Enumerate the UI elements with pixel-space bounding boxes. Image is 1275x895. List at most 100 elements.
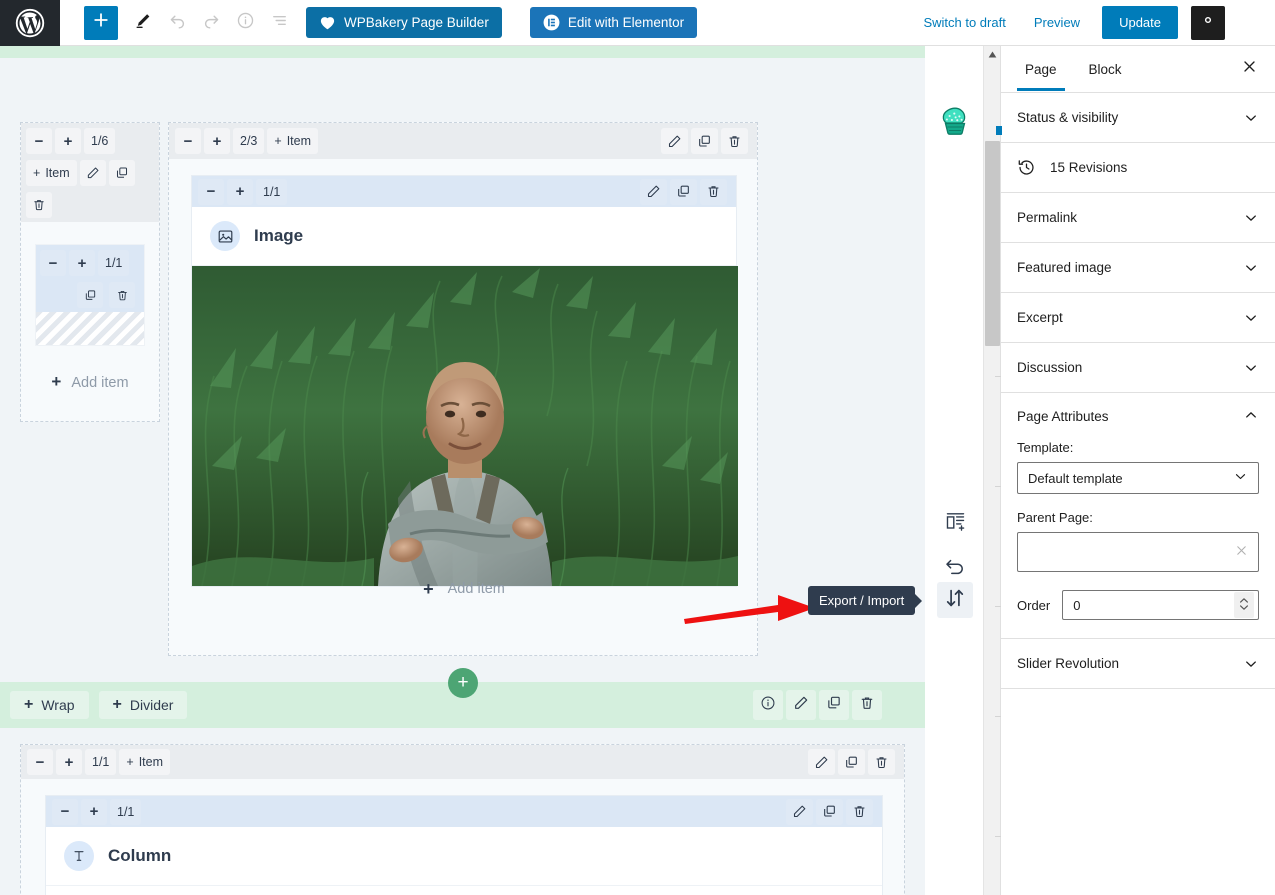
- colmod-duplicate-button[interactable]: [816, 798, 843, 825]
- colmod-increase-button[interactable]: +: [81, 798, 107, 825]
- chevron-down-icon: [1243, 310, 1259, 326]
- close-panel-button[interactable]: [1233, 53, 1265, 85]
- col23-increase-button[interactable]: +: [204, 128, 230, 154]
- switch-to-draft-link[interactable]: Switch to draft: [909, 15, 1019, 30]
- section-duplicate-button[interactable]: [819, 690, 849, 720]
- module-edit-button[interactable]: [640, 178, 667, 205]
- row-add-item-label: Item: [138, 755, 164, 769]
- column-ratio-label: 1/6: [84, 128, 116, 154]
- export-import-button[interactable]: [937, 582, 973, 618]
- module-duplicate-button[interactable]: [670, 178, 697, 205]
- column-delete-button[interactable]: [26, 192, 52, 218]
- history-button[interactable]: [937, 549, 973, 585]
- column-decrease-button[interactable]: −: [26, 128, 52, 154]
- module-decrease-button[interactable]: −: [198, 178, 224, 205]
- colmod-delete-button[interactable]: [846, 798, 873, 825]
- row-increase-button[interactable]: +: [56, 749, 82, 775]
- list-view-button[interactable]: [262, 6, 296, 40]
- wpbakery-page-builder-button[interactable]: WPBakery Page Builder: [306, 7, 502, 38]
- undo-button[interactable]: [160, 6, 194, 40]
- section-delete-button[interactable]: [852, 690, 882, 720]
- update-button[interactable]: Update: [1102, 6, 1178, 39]
- order-input[interactable]: 0: [1062, 590, 1259, 620]
- page-attributes-header[interactable]: Page Attributes: [1017, 407, 1259, 426]
- permalink-label: Permalink: [1017, 210, 1078, 225]
- column-module[interactable]: − + 1/1 Column: [45, 795, 883, 895]
- col23-duplicate-button[interactable]: [691, 128, 718, 154]
- image-module[interactable]: − + 1/1 Image: [191, 175, 738, 587]
- panel-row-discussion[interactable]: Discussion: [1001, 343, 1275, 393]
- col23-decrease-button[interactable]: −: [175, 128, 201, 154]
- colmod-edit-button[interactable]: [786, 798, 813, 825]
- column-two-thirds[interactable]: − + 2/3 + Item − + 1/1 Image + Add item: [168, 122, 758, 656]
- col23-delete-button[interactable]: [721, 128, 748, 154]
- scrollbar-thumb[interactable]: [985, 141, 1000, 346]
- elementor-label: Edit with Elementor: [567, 15, 685, 30]
- list-view-icon: [270, 11, 289, 35]
- edit-tool-button[interactable]: [126, 6, 160, 40]
- panel-row-featured-image[interactable]: Featured image: [1001, 243, 1275, 293]
- image-module-preview[interactable]: [192, 266, 738, 586]
- section-edit-button[interactable]: [786, 690, 816, 720]
- column-add-item-button[interactable]: + Item: [26, 160, 77, 186]
- section-more-button[interactable]: [885, 690, 915, 720]
- document-info-button[interactable]: [228, 6, 262, 40]
- panel-row-slider-revolution[interactable]: Slider Revolution: [1001, 639, 1275, 689]
- add-block-button[interactable]: [84, 5, 118, 40]
- add-divider-button[interactable]: + Divider: [98, 691, 188, 719]
- panel-section-page-attributes: Page Attributes Template: Default templa…: [1001, 393, 1275, 639]
- col23-edit-button[interactable]: [661, 128, 688, 154]
- row-one-one[interactable]: − + 1/1 + Item − + 1/1 Column: [20, 744, 905, 895]
- section-info-button[interactable]: [753, 690, 783, 720]
- nested-delete-button[interactable]: [109, 282, 135, 308]
- insert-section-button[interactable]: +: [448, 668, 478, 698]
- parent-page-input[interactable]: [1017, 532, 1259, 572]
- column-increase-button[interactable]: +: [55, 128, 81, 154]
- chevron-down-icon: [1243, 656, 1259, 672]
- column-edit-button[interactable]: [79, 160, 106, 186]
- nested-duplicate-button[interactable]: [77, 282, 103, 308]
- colmod-decrease-button[interactable]: −: [52, 798, 78, 825]
- add-wrap-button[interactable]: + Wrap: [10, 691, 89, 719]
- cupcake-icon[interactable]: [937, 103, 973, 139]
- row-add-item-button[interactable]: + Item: [119, 749, 171, 775]
- chevron-down-icon: [1243, 210, 1259, 226]
- row-duplicate-button[interactable]: [838, 749, 865, 775]
- column-duplicate-button[interactable]: [108, 160, 135, 186]
- col23-ratio-label: 2/3: [233, 128, 265, 154]
- wordpress-logo-button[interactable]: [0, 0, 60, 46]
- panel-row-permalink[interactable]: Permalink: [1001, 193, 1275, 243]
- column-one-sixth[interactable]: − + 1/6 + Item − + 1/1 + Add item: [20, 122, 160, 422]
- nested-increase-button[interactable]: +: [69, 250, 95, 276]
- row-delete-button[interactable]: [868, 749, 895, 775]
- canvas-scrollbar[interactable]: [983, 46, 1002, 895]
- col23-add-item-button[interactable]: + Item: [267, 128, 319, 154]
- clear-x-icon[interactable]: [1235, 544, 1248, 560]
- edit-with-elementor-button[interactable]: Edit with Elementor: [529, 7, 698, 38]
- module-increase-button[interactable]: +: [227, 178, 253, 205]
- copy-icon: [697, 134, 712, 149]
- redo-button[interactable]: [194, 6, 228, 40]
- scroll-up-arrow-icon[interactable]: [984, 46, 1001, 63]
- tab-block[interactable]: Block: [1073, 48, 1138, 90]
- panel-row-excerpt[interactable]: Excerpt: [1001, 293, 1275, 343]
- parent-page-label: Parent Page:: [1017, 510, 1093, 525]
- panel-row-status-visibility[interactable]: Status & visibility: [1001, 93, 1275, 143]
- row-decrease-button[interactable]: −: [27, 749, 53, 775]
- order-spinner[interactable]: [1234, 592, 1254, 618]
- nested-item-one-one[interactable]: − + 1/1: [35, 244, 145, 346]
- row-edit-button[interactable]: [808, 749, 835, 775]
- tab-page[interactable]: Page: [1009, 48, 1073, 91]
- more-options-button[interactable]: [1229, 6, 1261, 40]
- module-delete-button[interactable]: [700, 178, 727, 205]
- colmod-ratio-label: 1/1: [110, 798, 142, 825]
- pencil-icon: [814, 755, 829, 770]
- settings-button[interactable]: [1191, 5, 1225, 40]
- add-template-button[interactable]: [937, 506, 973, 542]
- panel-row-revisions[interactable]: 15 Revisions: [1001, 143, 1275, 193]
- nested-decrease-button[interactable]: −: [40, 250, 66, 276]
- column-add-item-link[interactable]: + Add item: [21, 370, 159, 395]
- template-select[interactable]: Default template: [1017, 462, 1259, 494]
- preview-link[interactable]: Preview: [1020, 15, 1094, 30]
- col23-add-item-link[interactable]: + Add item: [191, 563, 737, 615]
